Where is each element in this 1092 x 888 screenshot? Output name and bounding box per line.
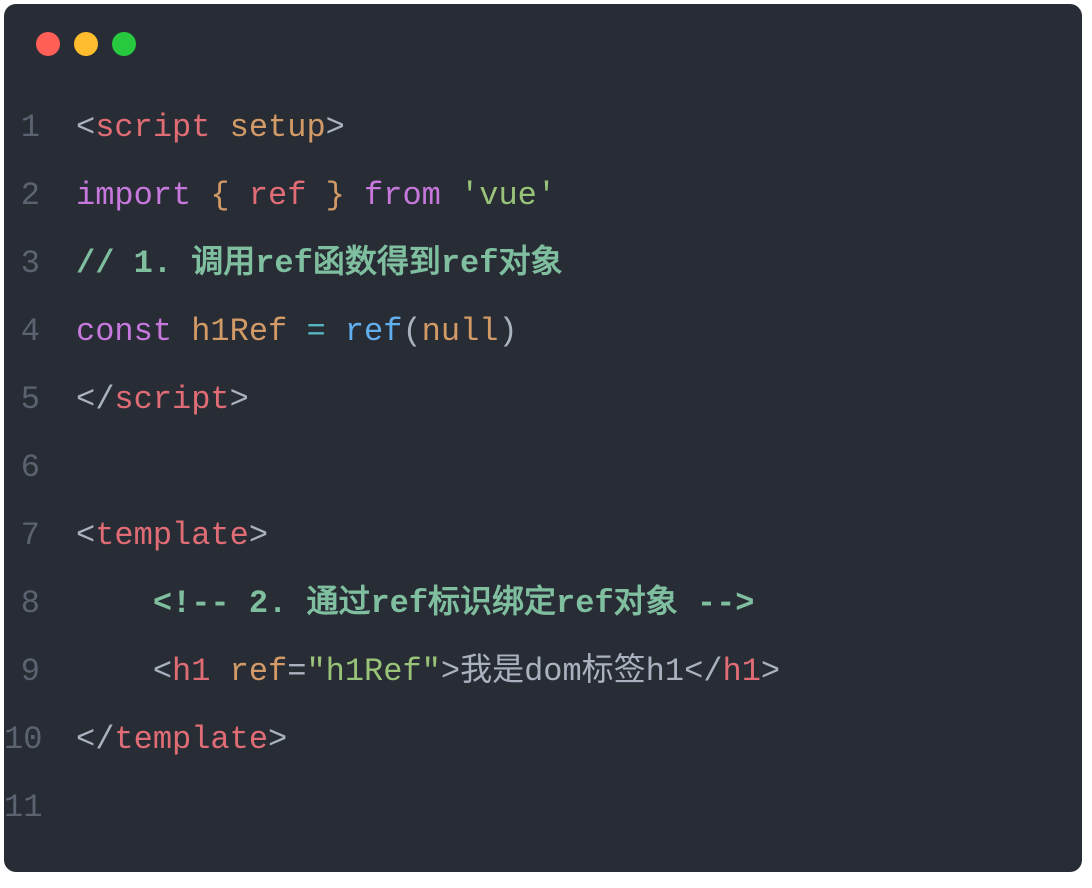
close-icon[interactable]: [36, 32, 60, 56]
line-number: 5: [4, 384, 76, 416]
minimize-icon[interactable]: [74, 32, 98, 56]
code-content: <!-- 2. 通过ref标识绑定ref对象 -->: [76, 588, 754, 620]
code-line: 3 // 1. 调用ref函数得到ref对象: [4, 230, 1082, 298]
maximize-icon[interactable]: [112, 32, 136, 56]
code-editor-area[interactable]: 1 <script setup> 2 import { ref } from '…: [4, 74, 1082, 842]
code-content: // 1. 调用ref函数得到ref对象: [76, 248, 562, 280]
code-content: <script setup>: [76, 112, 345, 144]
code-line: 9 <h1 ref="h1Ref">我是dom标签h1</h1>: [4, 638, 1082, 706]
window-title-bar: [4, 4, 1082, 74]
line-number: 2: [4, 180, 76, 212]
code-line: 5 </script>: [4, 366, 1082, 434]
code-content: <h1 ref="h1Ref">我是dom标签h1</h1>: [76, 656, 780, 688]
code-line: 4 const h1Ref = ref(null): [4, 298, 1082, 366]
code-line: 2 import { ref } from 'vue': [4, 162, 1082, 230]
line-number: 7: [4, 520, 76, 552]
line-number: 3: [4, 248, 76, 280]
code-line: 10 </template>: [4, 706, 1082, 774]
code-content: const h1Ref = ref(null): [76, 316, 518, 348]
line-number: 4: [4, 316, 76, 348]
line-number: 9: [4, 656, 76, 688]
line-number: 8: [4, 588, 76, 620]
code-content: import { ref } from 'vue': [76, 180, 556, 212]
line-number: 10: [4, 724, 76, 756]
line-number: 6: [4, 452, 76, 484]
code-editor-window: 1 <script setup> 2 import { ref } from '…: [4, 4, 1082, 872]
line-number: 1: [4, 112, 76, 144]
code-line: 6: [4, 434, 1082, 502]
code-content: </template>: [76, 724, 287, 756]
code-line: 11: [4, 774, 1082, 842]
line-number: 11: [4, 792, 76, 824]
code-content: </script>: [76, 384, 249, 416]
code-line: 7 <template>: [4, 502, 1082, 570]
code-line: 1 <script setup>: [4, 94, 1082, 162]
code-content: <template>: [76, 520, 268, 552]
code-line: 8 <!-- 2. 通过ref标识绑定ref对象 -->: [4, 570, 1082, 638]
